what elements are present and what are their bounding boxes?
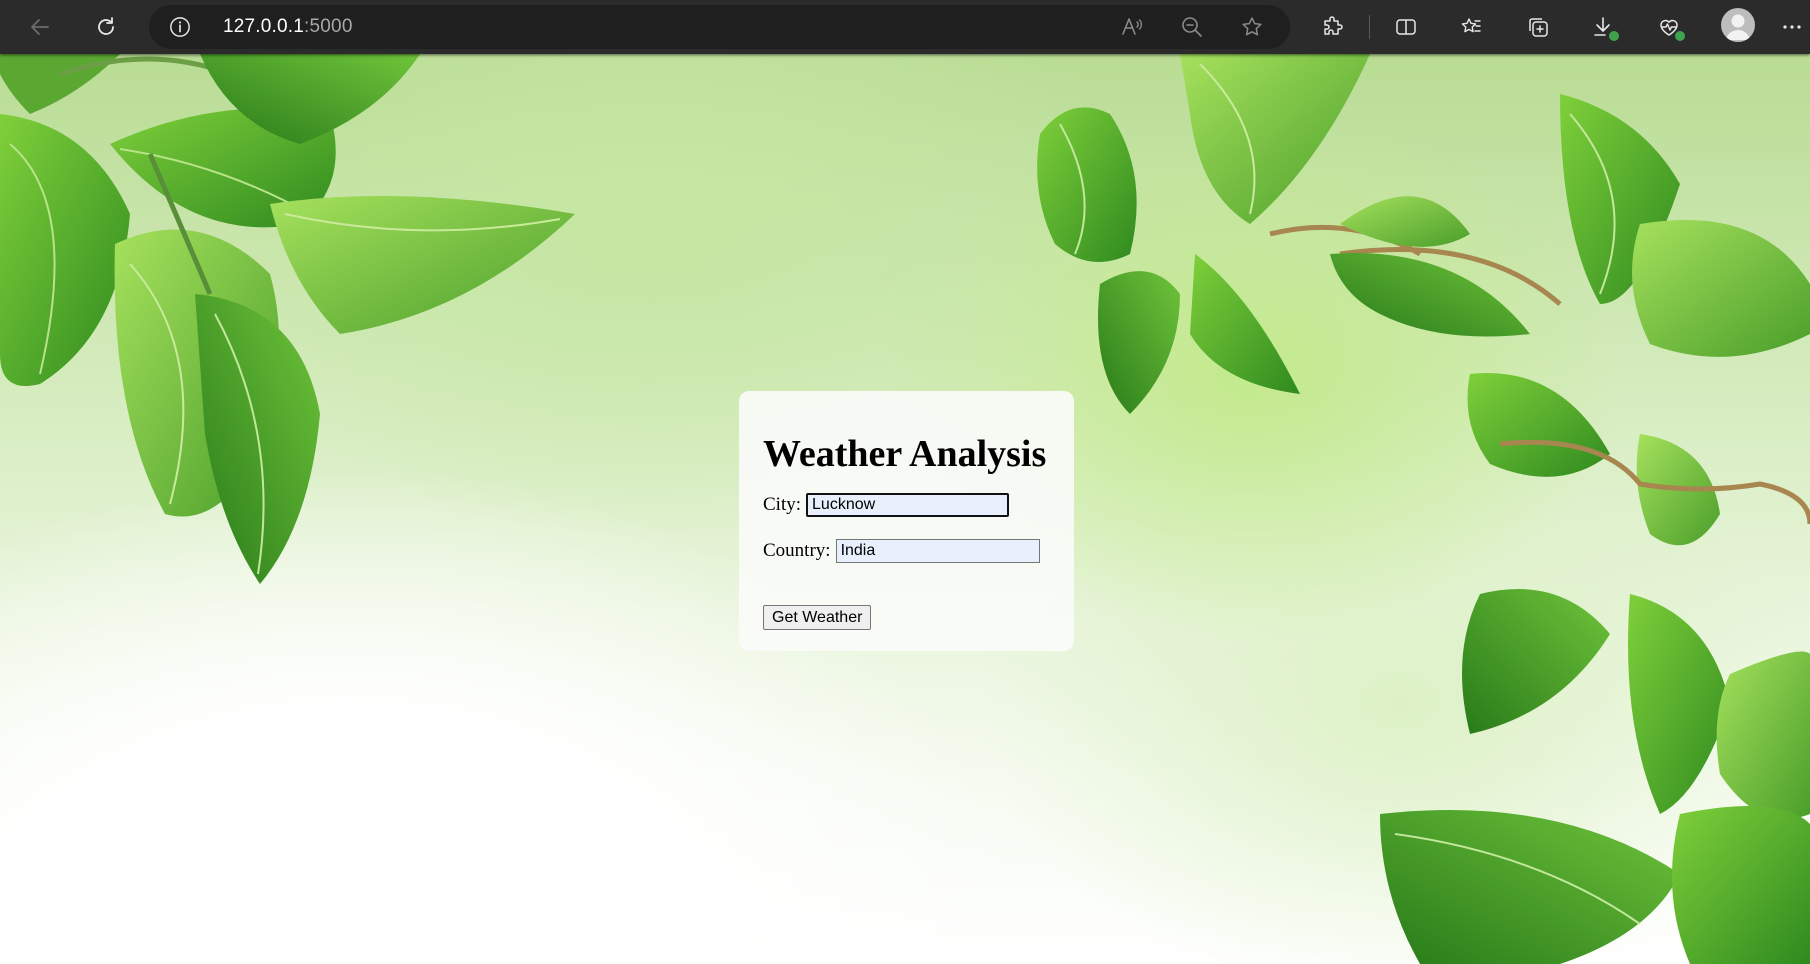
weather-form-card: Weather Analysis City: Country: Get Weat… bbox=[739, 391, 1074, 651]
country-input[interactable] bbox=[835, 539, 1040, 563]
address-bar[interactable]: 127.0.0.1:5000 bbox=[149, 5, 1290, 49]
url-text[interactable]: 127.0.0.1:5000 bbox=[223, 16, 353, 38]
extensions-button[interactable] bbox=[1315, 9, 1351, 45]
country-row: Country: bbox=[763, 539, 1040, 563]
zoom-out-button[interactable] bbox=[1174, 9, 1210, 45]
city-label: City: bbox=[763, 494, 802, 515]
extensions-icon bbox=[1324, 16, 1343, 35]
read-aloud-icon bbox=[1122, 18, 1143, 35]
toolbar-separator bbox=[1369, 15, 1370, 39]
more-icon bbox=[1783, 25, 1801, 29]
zoom-out-icon bbox=[1182, 17, 1202, 37]
url-host: 127.0.0.1 bbox=[223, 16, 305, 37]
split-screen-icon bbox=[1396, 19, 1416, 35]
collections-button[interactable] bbox=[1520, 9, 1556, 45]
favorites-button[interactable] bbox=[1453, 9, 1489, 45]
profile-icon bbox=[1726, 14, 1750, 40]
favorites-icon bbox=[1461, 18, 1481, 33]
get-weather-button[interactable]: Get Weather bbox=[763, 605, 872, 630]
star-icon bbox=[1242, 17, 1262, 36]
back-icon bbox=[31, 19, 49, 35]
back-button[interactable] bbox=[22, 9, 58, 45]
info-icon[interactable] bbox=[169, 16, 191, 38]
browser-toolbar: 127.0.0.1:5000 bbox=[0, 0, 1810, 54]
page-viewport: Weather Analysis City: Country: Get Weat… bbox=[0, 54, 1810, 964]
country-label: Country: bbox=[763, 540, 831, 561]
more-button[interactable] bbox=[1780, 9, 1804, 45]
split-screen-button[interactable] bbox=[1388, 9, 1424, 45]
refresh-icon bbox=[98, 17, 114, 35]
read-aloud-button[interactable] bbox=[1114, 9, 1150, 45]
url-port: :5000 bbox=[304, 16, 353, 37]
favorite-button[interactable] bbox=[1234, 9, 1270, 45]
city-row: City: bbox=[763, 493, 1010, 517]
city-input[interactable] bbox=[806, 493, 1010, 517]
download-complete-badge bbox=[1609, 31, 1619, 41]
page-title: Weather Analysis bbox=[763, 433, 1047, 475]
essentials-status-badge bbox=[1675, 31, 1685, 41]
profile-button[interactable] bbox=[1721, 8, 1755, 42]
collections-icon bbox=[1529, 18, 1548, 37]
refresh-button[interactable] bbox=[88, 9, 124, 45]
downloads-button[interactable] bbox=[1585, 9, 1621, 45]
browser-essentials-button[interactable] bbox=[1651, 9, 1687, 45]
